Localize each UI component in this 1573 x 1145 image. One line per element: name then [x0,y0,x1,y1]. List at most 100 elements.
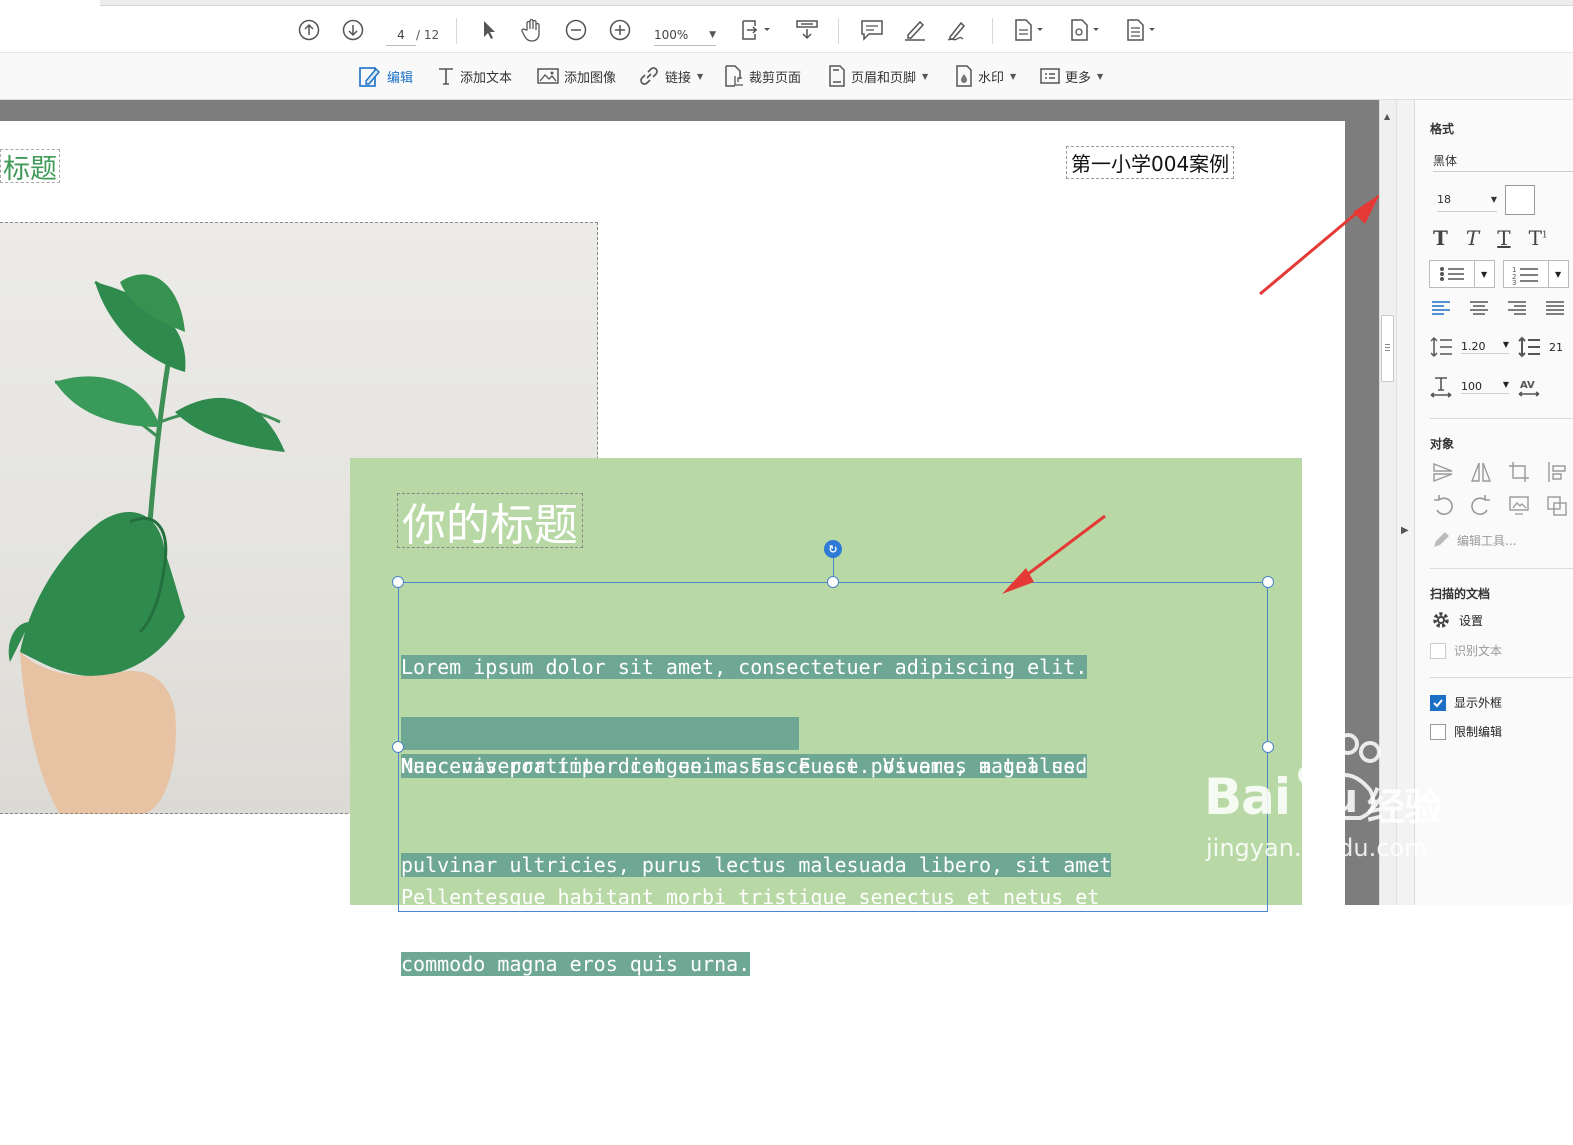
hand-icon[interactable] [520,17,544,43]
header-right-text[interactable]: 第一小学004案例 [1066,146,1235,179]
font-size-value: 18 [1437,193,1451,206]
flip-horizontal-icon[interactable] [1469,460,1493,484]
superscript-text-icon[interactable]: T1 [1529,226,1548,250]
paragraph-line: Mauris et orci. [401,1083,582,1107]
zoom-out-icon[interactable] [564,18,588,42]
svg-text:3: 3 [1512,279,1516,286]
font-size-select[interactable]: 18 ▼ [1437,188,1497,212]
align-right-icon[interactable] [1507,300,1527,316]
fit-page-icon[interactable] [738,17,776,43]
character-spacing-icon[interactable]: AV [1517,376,1541,398]
document-more-icon[interactable] [1124,18,1160,42]
edit-button[interactable]: 编辑 [358,61,413,91]
up-arrow-icon[interactable] [297,18,321,42]
crop-page-button[interactable]: 裁剪页面 [724,61,801,91]
line-spacing-icon [1430,336,1452,358]
edit-toolbar: 编辑 添加文本 添加图像 链接 ▼ 裁剪页面 页眉和页脚 ▼ 水印 ▼ 更多 ▼ [0,53,1573,100]
show-frame-label: 显示外框 [1454,696,1503,710]
zoom-select[interactable]: 100% ▼ [654,24,716,46]
recognize-text-label: 识别文本 [1454,644,1503,658]
header-left-text[interactable]: 标题 [0,149,60,185]
resize-handle-left[interactable] [392,741,404,753]
rotate-right-icon[interactable] [1469,494,1493,518]
flip-vertical-icon[interactable] [1431,460,1455,484]
header-footer-button[interactable]: 页眉和页脚 ▼ [828,61,928,91]
edit-icon [359,67,380,87]
format-heading: 格式 [1430,122,1455,136]
font-name: 黑体 [1433,154,1458,168]
document-export-icon[interactable] [1068,18,1104,42]
paragraph-spacing-icon [1518,336,1540,358]
gear-icon [1433,612,1449,628]
pencil-icon [1434,532,1449,547]
document-icon[interactable] [1012,18,1048,42]
settings-label: 设置 [1459,613,1484,628]
justify-icon[interactable] [1545,300,1565,316]
add-text-label: 添加文本 [460,70,513,86]
watermark-button[interactable]: 水印 ▼ [955,61,1016,91]
font-color-swatch[interactable] [1505,185,1535,215]
font-select[interactable]: 黑体 [1433,150,1573,172]
watermark-label: 水印 [978,70,1005,86]
paragraph-line: malesuada fames ac turpis egestas. Proin… [401,984,1160,1008]
underline-text-icon[interactable]: T [1497,226,1510,250]
show-frame-checkbox[interactable]: 显示外框 [1430,694,1502,711]
crop-icon[interactable] [1507,460,1531,484]
edit-label: 编辑 [387,70,414,86]
resize-handle-tl[interactable] [392,576,404,588]
paragraph-spacing-value[interactable]: 21 [1549,341,1563,354]
scroll-mode-icon[interactable] [794,17,820,43]
text-selection-box [398,582,1268,912]
resize-handle-tr[interactable] [1262,576,1274,588]
svg-text:AV: AV [1520,380,1535,391]
page-number-input[interactable]: 4 [386,24,416,46]
sign-icon[interactable] [946,18,972,42]
page-total: / 12 [416,28,440,42]
main-title[interactable]: 你的标题 [397,493,583,551]
baidu-watermark: Bai du 经验 jingyan.baidu.com [1200,730,1500,870]
checkbox-checked-icon [1430,694,1446,711]
arrange-icon[interactable] [1545,494,1569,518]
add-image-button[interactable]: 添加图像 [537,61,616,91]
numbered-list-select[interactable]: 123 ▼ [1503,260,1569,288]
window-top-strip [0,0,1573,8]
collapse-arrow-icon[interactable]: ▶ [1401,525,1409,536]
replace-image-icon[interactable] [1507,494,1531,518]
more-button[interactable]: 更多 ▼ [1040,61,1103,91]
align-left-icon[interactable] [1431,300,1451,316]
settings-button[interactable]: 设置 [1431,610,1483,630]
select-arrow-icon[interactable] [478,18,500,42]
down-arrow-icon[interactable] [341,18,365,42]
comment-icon[interactable] [859,18,885,42]
header-footer-label: 页眉和页脚 [851,70,917,86]
objects-heading: 对象 [1430,437,1455,451]
recognize-text-box [1430,642,1446,659]
align-center-icon[interactable] [1469,300,1489,316]
navigation-toolbar: 4 / 12 100% ▼ [0,8,1573,53]
line-spacing-select[interactable]: 1.20 ▼ [1461,340,1509,354]
watermark-brand-cn: 经验 [1367,785,1442,829]
highlight-icon[interactable] [902,18,928,42]
zoom-in-icon[interactable] [608,18,632,42]
add-image-label: 添加图像 [564,70,617,86]
resize-handle-top[interactable] [827,576,839,588]
watermark-brand2: du [1302,776,1358,822]
italic-text-icon[interactable]: T [1466,226,1479,250]
watermark-icon [956,65,972,87]
rotate-left-icon[interactable] [1431,494,1455,518]
edit-tool-link[interactable]: 编辑工具... [1457,532,1516,549]
add-text-button[interactable]: 添加文本 [437,61,512,91]
bold-text-icon[interactable]: T [1433,226,1448,250]
scale-value: 100 [1461,380,1482,393]
rotate-handle-icon[interactable]: ↻ [824,540,842,558]
link-button[interactable]: 链接 ▼ [638,61,703,91]
bullet-list-icon [1440,267,1464,281]
bullet-list-select[interactable]: ▼ [1429,260,1495,288]
scrollbar-thumb[interactable] [1381,315,1394,382]
red-arrow-annotation [1259,194,1380,296]
align-objects-icon[interactable] [1545,460,1569,484]
red-arrow-annotation [1002,514,1106,594]
scale-select[interactable]: 100 ▼ [1461,380,1509,394]
recognize-text-checkbox[interactable]: 识别文本 [1430,642,1502,659]
horizontal-scale-icon [1430,377,1452,398]
